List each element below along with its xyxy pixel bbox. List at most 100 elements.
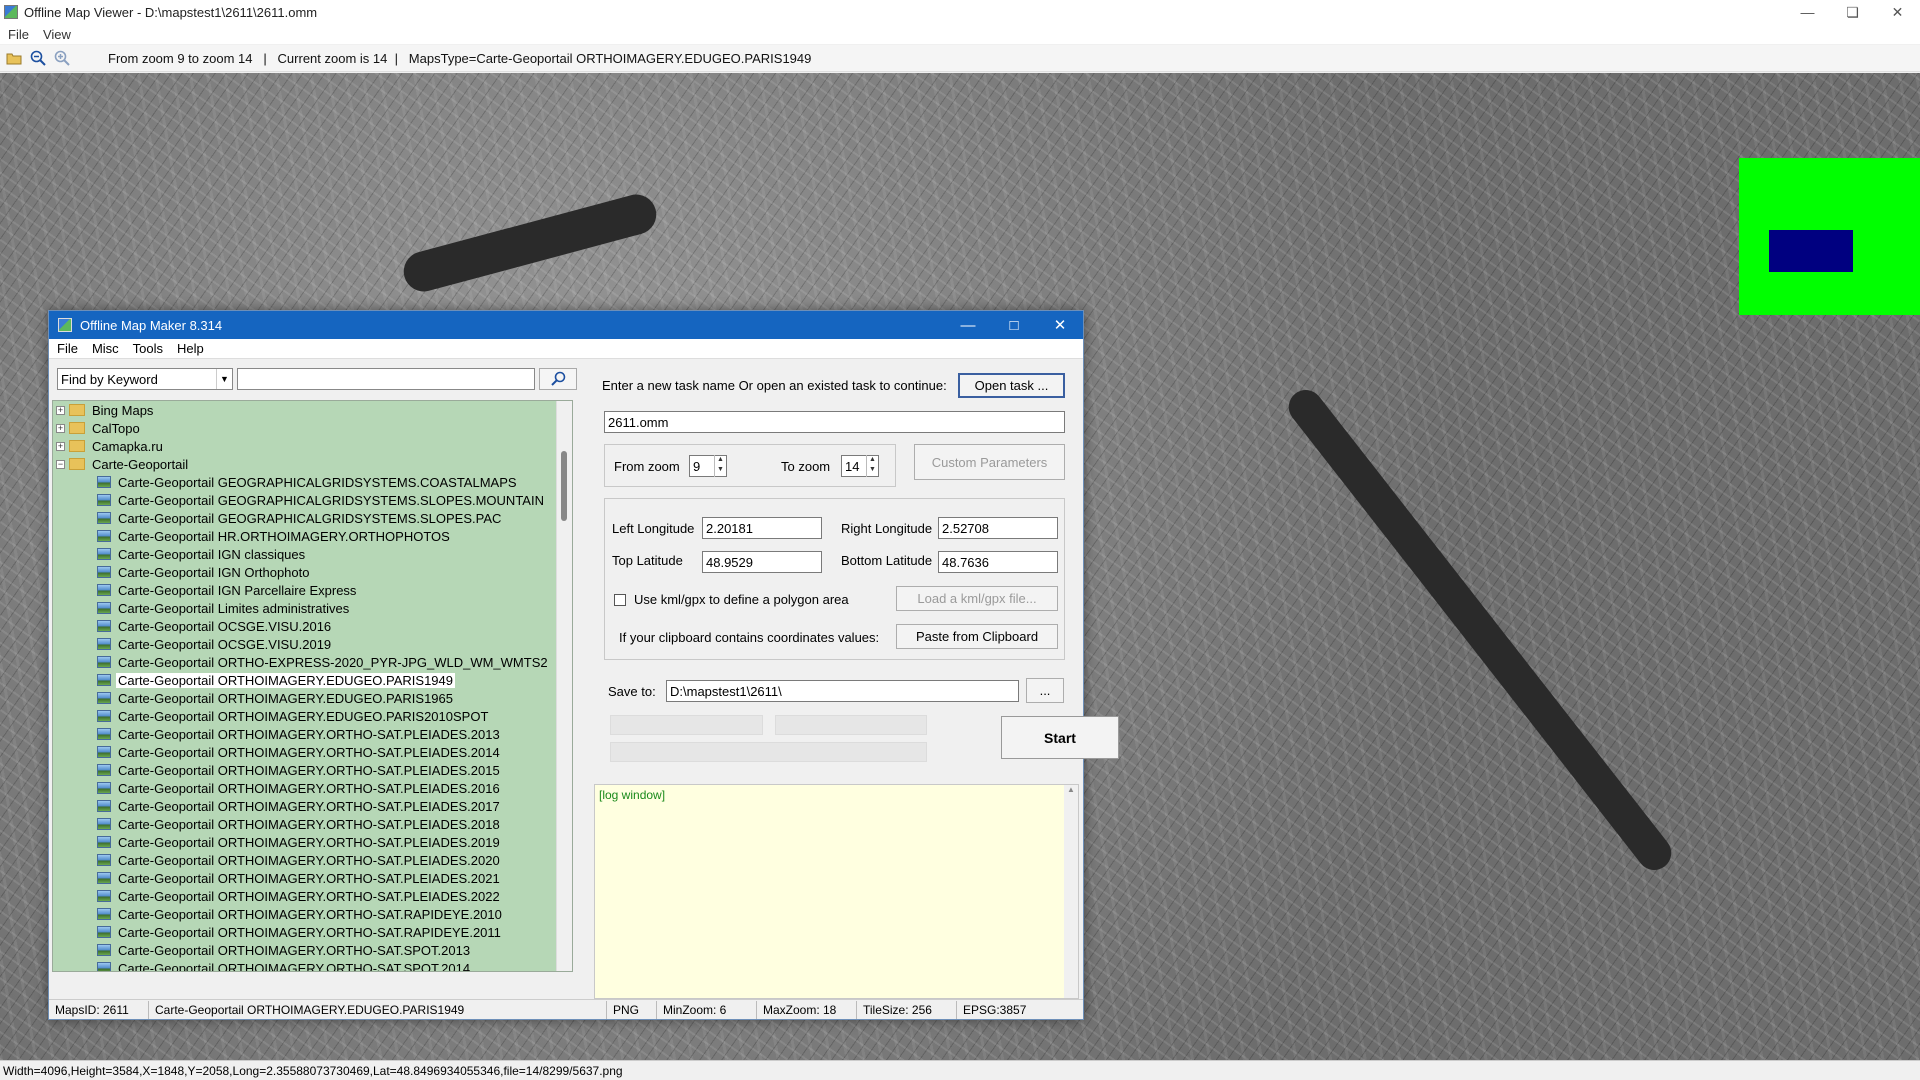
- tree-scrollbar-thumb[interactable]: [561, 451, 567, 521]
- to-zoom-stepper[interactable]: 14 ▲ ▼: [841, 455, 879, 477]
- map-layer-icon: [97, 512, 111, 524]
- tree-item[interactable]: Carte-Geoportail ORTHOIMAGERY.ORTHO-SAT.…: [53, 797, 572, 815]
- tree-item-label: Carte-Geoportail ORTHOIMAGERY.ORTHO-SAT.…: [118, 942, 471, 958]
- top-latitude-input[interactable]: 48.9529: [702, 551, 822, 573]
- scroll-up-icon[interactable]: ▲: [1064, 785, 1078, 794]
- tree-item[interactable]: Carte-Geoportail ORTHOIMAGERY.EDUGEO.PAR…: [53, 689, 572, 707]
- overview-minimap[interactable]: [1739, 158, 1920, 315]
- tree-folder[interactable]: + Bing Maps: [53, 401, 572, 419]
- maker-menu-file[interactable]: File: [57, 341, 78, 356]
- tree-folder[interactable]: − Carte-Geoportail: [53, 455, 572, 473]
- tree-item[interactable]: Carte-Geoportail Limites administratives: [53, 599, 572, 617]
- tree-item[interactable]: Carte-Geoportail IGN Orthophoto: [53, 563, 572, 581]
- maker-menu-tools[interactable]: Tools: [133, 341, 163, 356]
- log-window[interactable]: [log window] ▲: [594, 784, 1079, 999]
- minimap-viewport[interactable]: [1769, 230, 1853, 272]
- start-button[interactable]: Start: [1001, 716, 1119, 759]
- tree-item[interactable]: Carte-Geoportail ORTHOIMAGERY.ORTHO-SAT.…: [53, 833, 572, 851]
- tree-item-label: Carte-Geoportail OCSGE.VISU.2019: [118, 636, 332, 652]
- search-input[interactable]: [237, 368, 535, 390]
- tree-item[interactable]: Carte-Geoportail IGN Parcellaire Express: [53, 581, 572, 599]
- tree-item[interactable]: Carte-Geoportail ORTHOIMAGERY.ORTHO-SAT.…: [53, 887, 572, 905]
- tree-item[interactable]: Carte-Geoportail HR.ORTHOIMAGERY.ORTHOPH…: [53, 527, 572, 545]
- expand-icon[interactable]: +: [56, 405, 65, 415]
- tree-item[interactable]: Carte-Geoportail ORTHOIMAGERY.ORTHO-SAT.…: [53, 959, 572, 972]
- map-layer-icon: [97, 764, 111, 776]
- maker-close-icon[interactable]: ✕: [1037, 311, 1083, 339]
- viewer-menu-file[interactable]: File: [8, 27, 29, 42]
- tree-item[interactable]: Carte-Geoportail ORTHOIMAGERY.ORTHO-SAT.…: [53, 905, 572, 923]
- tree-item[interactable]: Carte-Geoportail ORTHOIMAGERY.ORTHO-SAT.…: [53, 743, 572, 761]
- tree-item-label: Carte-Geoportail HR.ORTHOIMAGERY.ORTHOPH…: [118, 528, 450, 544]
- left-longitude-label: Left Longitude: [612, 521, 695, 536]
- spin-up-icon[interactable]: ▲: [715, 455, 726, 465]
- tree-item[interactable]: Carte-Geoportail ORTHOIMAGERY.ORTHO-SAT.…: [53, 869, 572, 887]
- spin-down-icon[interactable]: ▼: [715, 465, 726, 475]
- from-zoom-stepper[interactable]: 9 ▲ ▼: [689, 455, 727, 477]
- tree-item[interactable]: Carte-Geoportail IGN classiques: [53, 545, 572, 563]
- search-button[interactable]: [539, 368, 577, 390]
- to-zoom-spin[interactable]: ▲ ▼: [866, 455, 878, 477]
- search-mode-select[interactable]: Find by Keyword ▼: [57, 368, 233, 390]
- maker-minimize-icon[interactable]: —: [945, 311, 991, 339]
- zoom-out-icon[interactable]: [28, 48, 48, 68]
- map-layer-icon: [97, 944, 111, 956]
- paste-clipboard-button[interactable]: Paste from Clipboard: [896, 624, 1058, 649]
- maker-menu-help[interactable]: Help: [177, 341, 204, 356]
- spin-up-icon[interactable]: ▲: [867, 455, 878, 465]
- restore-icon[interactable]: ❏: [1830, 0, 1875, 24]
- tree-item[interactable]: Carte-Geoportail ORTHOIMAGERY.ORTHO-SAT.…: [53, 851, 572, 869]
- tree-item[interactable]: Carte-Geoportail ORTHO-EXPRESS-2020_PYR-…: [53, 653, 572, 671]
- chevron-down-icon[interactable]: ▼: [216, 369, 232, 389]
- log-scrollbar[interactable]: ▲: [1064, 785, 1078, 998]
- tree-item-label: Carte-Geoportail ORTHOIMAGERY.ORTHO-SAT.…: [118, 762, 500, 778]
- close-icon[interactable]: ✕: [1875, 0, 1920, 24]
- tree-item[interactable]: Carte-Geoportail ORTHOIMAGERY.ORTHO-SAT.…: [53, 725, 572, 743]
- tree-item[interactable]: Carte-Geoportail ORTHOIMAGERY.ORTHO-SAT.…: [53, 923, 572, 941]
- map-maker-dialog: Offline Map Maker 8.314 — □ ✕ File Misc …: [48, 310, 1119, 1020]
- map-layer-icon: [97, 926, 111, 938]
- save-to-input[interactable]: D:\mapstest1\2611\: [666, 680, 1019, 702]
- tree-item[interactable]: Carte-Geoportail OCSGE.VISU.2016: [53, 617, 572, 635]
- minimize-icon[interactable]: —: [1785, 0, 1830, 24]
- map-layer-icon: [97, 548, 111, 560]
- tree-item[interactable]: Carte-Geoportail ORTHOIMAGERY.ORTHO-SAT.…: [53, 815, 572, 833]
- tree-item-label: Carte-Geoportail ORTHOIMAGERY.ORTHO-SAT.…: [118, 960, 471, 972]
- tree-item[interactable]: Carte-Geoportail ORTHOIMAGERY.ORTHO-SAT.…: [53, 941, 572, 959]
- map-app-icon: [4, 5, 18, 19]
- load-kml-button[interactable]: Load a kml/gpx file...: [896, 586, 1058, 611]
- browse-button[interactable]: ...: [1026, 678, 1064, 703]
- tree-item[interactable]: Carte-Geoportail ORTHOIMAGERY.EDUGEO.PAR…: [53, 707, 572, 725]
- kml-checkbox[interactable]: [614, 594, 626, 606]
- zoom-in-icon[interactable]: [52, 48, 72, 68]
- maker-maximize-icon[interactable]: □: [991, 311, 1037, 339]
- map-layer-icon: [97, 566, 111, 578]
- expand-icon[interactable]: +: [56, 423, 65, 433]
- tree-item[interactable]: Carte-Geoportail OCSGE.VISU.2019: [53, 635, 572, 653]
- top-latitude-label: Top Latitude: [612, 553, 683, 568]
- left-longitude-input[interactable]: 2.20181: [702, 517, 822, 539]
- open-task-button[interactable]: Open task ...: [958, 373, 1065, 398]
- maker-menu-misc[interactable]: Misc: [92, 341, 119, 356]
- viewer-menu-view[interactable]: View: [43, 27, 71, 42]
- open-folder-icon[interactable]: [4, 48, 24, 68]
- from-zoom-spin[interactable]: ▲ ▼: [714, 455, 726, 477]
- task-name-input[interactable]: 2611.omm: [604, 411, 1065, 433]
- maps-tree[interactable]: + Bing Maps + CalTopo + Camapka.ru − Car…: [52, 400, 573, 972]
- map-layer-icon: [97, 584, 111, 596]
- bottom-latitude-input[interactable]: 48.7636: [938, 551, 1058, 573]
- spin-down-icon[interactable]: ▼: [867, 465, 878, 475]
- collapse-icon[interactable]: −: [56, 459, 65, 469]
- tree-item[interactable]: Carte-Geoportail GEOGRAPHICALGRIDSYSTEMS…: [53, 473, 572, 491]
- tree-item[interactable]: Carte-Geoportail ORTHOIMAGERY.EDUGEO.PAR…: [53, 671, 572, 689]
- tree-scrollbar[interactable]: [556, 401, 572, 971]
- tree-item[interactable]: Carte-Geoportail ORTHOIMAGERY.ORTHO-SAT.…: [53, 779, 572, 797]
- tree-item[interactable]: Carte-Geoportail ORTHOIMAGERY.ORTHO-SAT.…: [53, 761, 572, 779]
- tree-folder[interactable]: + CalTopo: [53, 419, 572, 437]
- right-longitude-input[interactable]: 2.52708: [938, 517, 1058, 539]
- tree-item[interactable]: Carte-Geoportail GEOGRAPHICALGRIDSYSTEMS…: [53, 509, 572, 527]
- tree-item[interactable]: Carte-Geoportail GEOGRAPHICALGRIDSYSTEMS…: [53, 491, 572, 509]
- custom-parameters-button[interactable]: Custom Parameters: [914, 444, 1065, 480]
- tree-folder[interactable]: + Camapka.ru: [53, 437, 572, 455]
- expand-icon[interactable]: +: [56, 441, 65, 451]
